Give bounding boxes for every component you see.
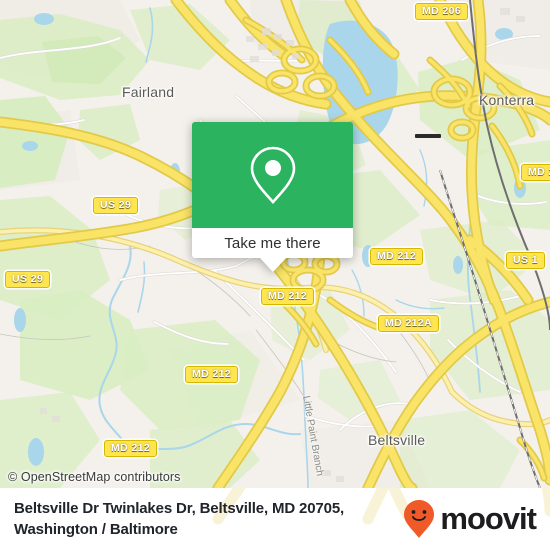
map-place-label: Konterra xyxy=(479,92,535,108)
moovit-map-screenshot: .park{fill:#d8edc2;} .parkd{fill:#cfe8b5… xyxy=(0,0,550,550)
take-me-there-label: Take me there xyxy=(224,234,321,252)
moovit-brand[interactable]: moovit xyxy=(403,499,537,539)
moovit-wordmark: moovit xyxy=(440,501,537,536)
highway-shield: US 1 xyxy=(506,252,545,269)
popup-pointer-tail xyxy=(259,258,286,272)
address-text: Beltsville Dr Twinlakes Dr, Beltsville, … xyxy=(14,498,344,540)
moovit-pin-logo xyxy=(404,500,435,538)
highway-shield: MD 212A xyxy=(378,315,440,332)
highway-shield: MD 2 xyxy=(521,164,550,181)
highway-shield: MD 212 xyxy=(104,440,158,457)
take-me-there-button[interactable]: Take me there xyxy=(192,228,353,258)
highway-shield: US 29 xyxy=(93,197,139,214)
location-popup-card[interactable]: Take me there xyxy=(192,122,353,272)
osm-attribution[interactable]: © OpenStreetMap contributors xyxy=(8,470,181,484)
highway-shield: MD 212 xyxy=(370,248,424,265)
popup-header xyxy=(192,122,353,228)
highway-shield: US 29 xyxy=(5,271,51,288)
highway-shield: MD 212 xyxy=(261,288,315,305)
footer-bar: Beltsville Dr Twinlakes Dr, Beltsville, … xyxy=(0,488,550,550)
map-place-label: Beltsville xyxy=(368,432,426,448)
map-place-label: Fairland xyxy=(122,84,175,100)
address-line-2: Washington / Baltimore xyxy=(14,521,178,538)
highway-shield: MD 212 xyxy=(185,366,239,383)
map-canvas[interactable]: .park{fill:#d8edc2;} .parkd{fill:#cfe8b5… xyxy=(0,0,550,488)
highway-shield: MD 206 xyxy=(415,3,469,20)
address-line-1: Beltsville Dr Twinlakes Dr, Beltsville, … xyxy=(14,500,345,517)
map-pin-icon xyxy=(250,146,295,204)
